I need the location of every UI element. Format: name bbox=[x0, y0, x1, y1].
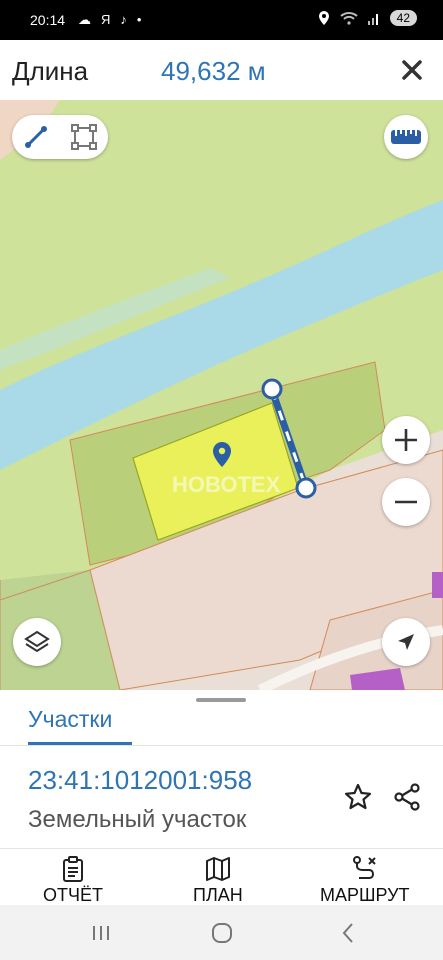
ruler-line-icon bbox=[25, 126, 47, 148]
route-button[interactable]: МАРШРУТ bbox=[320, 855, 410, 906]
measure-point-start[interactable] bbox=[261, 378, 283, 400]
report-button[interactable]: ОТЧЁТ bbox=[43, 855, 103, 906]
plan-label: ПЛАН bbox=[193, 885, 243, 905]
plus-icon bbox=[395, 429, 417, 451]
sheet-drag-handle[interactable] bbox=[196, 698, 246, 702]
area-tool-button[interactable] bbox=[67, 120, 101, 154]
status-time: 20:14 bbox=[30, 12, 66, 28]
dot-icon: • bbox=[136, 12, 142, 27]
system-icons: 42 bbox=[318, 10, 417, 26]
ruler-button[interactable] bbox=[384, 115, 428, 159]
tab-parcels[interactable]: Участки bbox=[28, 706, 112, 733]
status-bar: 20:14 ☁ Я ♪ • 42 bbox=[0, 0, 443, 40]
parcel-type: Земельный участок bbox=[28, 806, 247, 833]
star-icon[interactable] bbox=[343, 782, 373, 812]
my-location-button[interactable] bbox=[382, 618, 430, 666]
tiktok-icon: ♪ bbox=[120, 12, 127, 27]
close-icon[interactable] bbox=[398, 56, 426, 84]
recent-apps-icon[interactable] bbox=[86, 919, 116, 947]
report-label: ОТЧЁТ bbox=[43, 885, 104, 905]
measure-label: Длина bbox=[12, 56, 89, 86]
back-icon[interactable] bbox=[333, 919, 363, 947]
map-watermark: НОВОТЕХ bbox=[172, 472, 281, 497]
clipboard-icon bbox=[63, 856, 83, 882]
minus-icon bbox=[395, 500, 417, 504]
route-icon bbox=[352, 856, 376, 879]
layers-icon bbox=[24, 630, 50, 653]
signal-icon bbox=[367, 14, 378, 25]
ya-icon: Я bbox=[101, 12, 111, 27]
divider bbox=[0, 848, 443, 849]
ruler-icon bbox=[391, 130, 421, 144]
distance-tool-button[interactable] bbox=[19, 120, 53, 154]
info-sheet: Участки 23:41:1012001:958 Земельный учас… bbox=[0, 690, 443, 905]
measure-tools bbox=[12, 115, 108, 159]
zoom-out-button[interactable] bbox=[382, 478, 430, 526]
map-view[interactable]: НОВОТЕХ bbox=[0, 100, 443, 690]
location-icon bbox=[318, 11, 329, 25]
cadastral-number-link[interactable]: 23:41:1012001:958 bbox=[28, 765, 252, 796]
measure-value: 49,632 м bbox=[161, 56, 266, 86]
divider bbox=[0, 745, 443, 746]
notification-icons: ☁ Я ♪ • bbox=[78, 12, 141, 28]
polygon-icon bbox=[71, 124, 97, 150]
cloud-icon: ☁ bbox=[78, 12, 91, 27]
layers-button[interactable] bbox=[13, 618, 61, 666]
measure-point-end[interactable] bbox=[295, 477, 317, 499]
share-icon[interactable] bbox=[392, 782, 422, 812]
route-label: МАРШРУТ bbox=[320, 885, 410, 905]
plan-button[interactable]: ПЛАН bbox=[193, 855, 243, 906]
zoom-in-button[interactable] bbox=[382, 416, 430, 464]
system-nav-bar bbox=[0, 905, 443, 960]
navigation-arrow-icon bbox=[398, 634, 414, 650]
map-icon bbox=[205, 857, 230, 881]
battery-icon: 42 bbox=[389, 10, 417, 26]
wifi-icon bbox=[339, 12, 358, 25]
map-canvas[interactable]: НОВОТЕХ bbox=[0, 100, 443, 690]
home-icon[interactable] bbox=[207, 919, 237, 947]
measure-bar: Длина 49,632 м bbox=[0, 40, 443, 100]
